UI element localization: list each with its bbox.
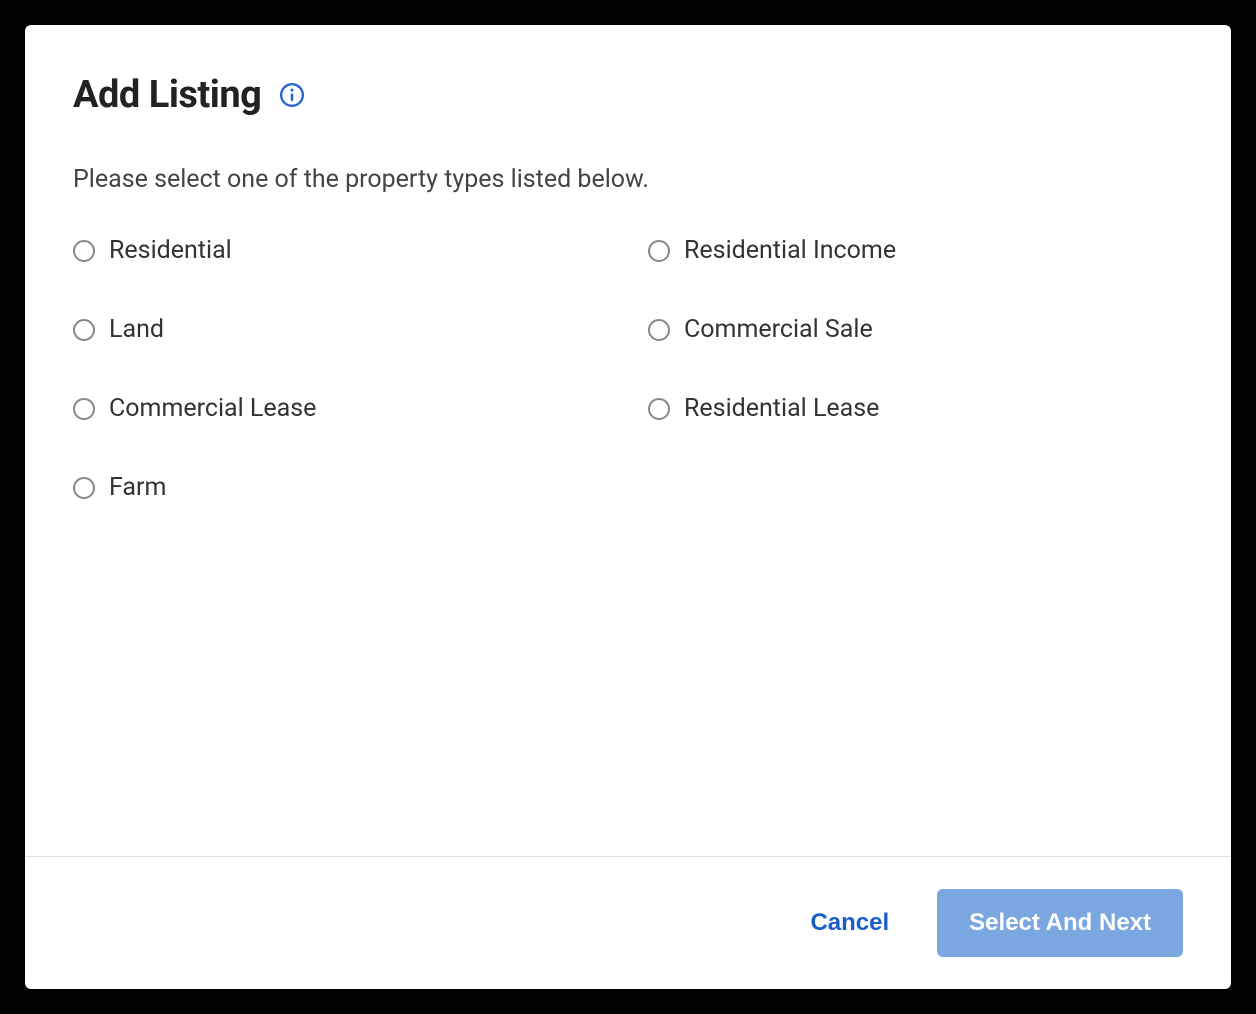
modal-header: Add Listing: [73, 73, 1183, 117]
radio-label: Commercial Lease: [109, 394, 316, 423]
radio-icon: [648, 398, 670, 420]
radio-icon: [648, 240, 670, 262]
property-type-options: Residential Residential Income Land Comm…: [73, 236, 1183, 502]
radio-icon: [73, 477, 95, 499]
radio-label: Residential Income: [684, 236, 896, 265]
info-icon[interactable]: [279, 82, 305, 108]
radio-option-residential-income[interactable]: Residential Income: [648, 236, 1183, 265]
radio-label: Residential: [109, 236, 232, 265]
radio-icon: [73, 398, 95, 420]
radio-label: Farm: [109, 473, 166, 502]
modal-title: Add Listing: [73, 73, 261, 117]
cancel-button[interactable]: Cancel: [802, 897, 897, 949]
select-and-next-button[interactable]: Select And Next: [937, 889, 1183, 957]
radio-label: Residential Lease: [684, 394, 879, 423]
radio-option-residential[interactable]: Residential: [73, 236, 608, 265]
add-listing-modal: Add Listing Please select one of the pro…: [25, 25, 1231, 989]
radio-icon: [73, 240, 95, 262]
radio-label: Land: [109, 315, 164, 344]
radio-option-land[interactable]: Land: [73, 315, 608, 344]
radio-icon: [648, 319, 670, 341]
radio-option-farm[interactable]: Farm: [73, 473, 608, 502]
modal-footer: Cancel Select And Next: [25, 856, 1231, 989]
modal-body: Add Listing Please select one of the pro…: [25, 25, 1231, 856]
instruction-text: Please select one of the property types …: [73, 165, 1183, 194]
radio-icon: [73, 319, 95, 341]
radio-option-commercial-sale[interactable]: Commercial Sale: [648, 315, 1183, 344]
radio-option-residential-lease[interactable]: Residential Lease: [648, 394, 1183, 423]
radio-label: Commercial Sale: [684, 315, 873, 344]
radio-option-commercial-lease[interactable]: Commercial Lease: [73, 394, 608, 423]
